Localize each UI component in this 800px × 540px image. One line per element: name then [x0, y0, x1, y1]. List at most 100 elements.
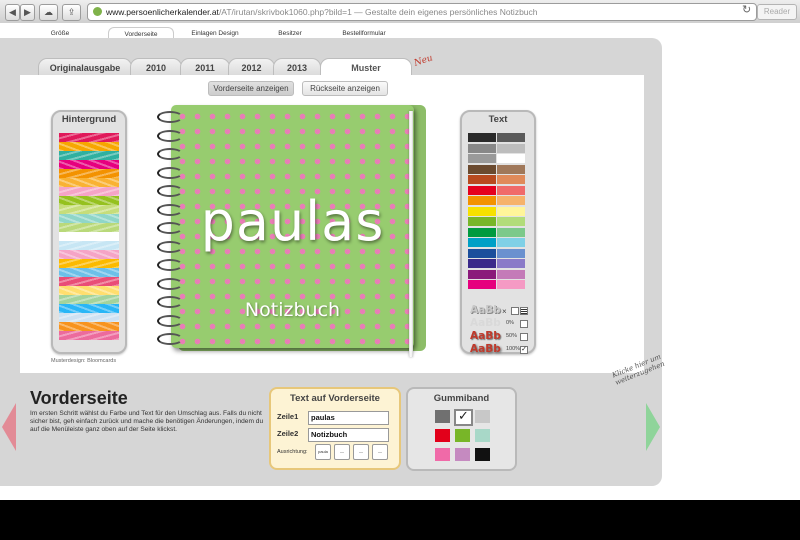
text-style-value: 50% — [506, 333, 518, 339]
background-pattern-option[interactable] — [59, 151, 119, 160]
background-pattern-option[interactable] — [59, 304, 119, 313]
text-color-swatch[interactable] — [497, 206, 525, 216]
text-color-swatch[interactable] — [497, 259, 525, 268]
text-color-swatch[interactable] — [497, 280, 525, 289]
notebook-preview: paulas Notizbuch — [157, 105, 414, 348]
show-back-button[interactable]: Rückseite anzeigen — [302, 81, 388, 96]
background-pattern-option[interactable] — [59, 277, 119, 286]
text-color-swatch[interactable] — [497, 133, 525, 142]
text-color-swatch[interactable] — [468, 154, 496, 163]
text-color-swatch[interactable] — [468, 175, 496, 184]
elastic-color-swatch[interactable] — [435, 429, 450, 442]
previous-arrow-button[interactable] — [2, 403, 16, 451]
background-pattern-option[interactable] — [59, 322, 119, 331]
background-pattern-option[interactable] — [59, 205, 119, 214]
text-shadow-swatch[interactable] — [520, 307, 528, 315]
background-pattern-option[interactable] — [59, 196, 119, 205]
spiral-ring — [157, 111, 183, 123]
row1-input[interactable] — [308, 411, 389, 425]
background-pattern-option[interactable] — [59, 169, 119, 178]
background-pattern-list — [59, 133, 119, 343]
background-pattern-option[interactable] — [59, 250, 119, 259]
align-option-1[interactable]: paula — [315, 444, 331, 460]
background-pattern-option[interactable] — [59, 232, 119, 241]
background-pattern-option[interactable] — [59, 133, 119, 142]
elastic-band — [409, 111, 413, 357]
background-pattern-option[interactable] — [59, 295, 119, 304]
text-color-swatch[interactable] — [468, 238, 496, 247]
background-pattern-option[interactable] — [59, 268, 119, 277]
text-style-checkbox[interactable] — [511, 307, 519, 315]
text-color-swatch[interactable] — [468, 164, 496, 174]
text-color-swatch[interactable] — [468, 227, 496, 237]
text-color-swatch[interactable] — [497, 185, 525, 195]
background-pattern-option[interactable] — [59, 187, 119, 196]
row2-label: Zeile2 — [277, 429, 299, 438]
background-pattern-option[interactable] — [59, 286, 119, 295]
text-color-swatch[interactable] — [497, 269, 525, 279]
text-color-swatch[interactable] — [468, 196, 496, 205]
elastic-color-swatch[interactable] — [435, 448, 450, 461]
background-pattern-option[interactable] — [59, 241, 119, 250]
text-color-swatch[interactable] — [468, 248, 496, 258]
text-style-checkbox[interactable]: ✓ — [520, 346, 528, 354]
back-button[interactable]: ◀ — [5, 4, 20, 21]
text-style-value: 0% — [506, 320, 514, 326]
design-canvas: Vorderseite anzeigen Rückseite anzeigen … — [20, 75, 644, 373]
elastic-color-swatch[interactable] — [475, 429, 490, 442]
address-bar[interactable]: www.persoenlicherkalender.at/AT/irutan/s… — [87, 3, 757, 21]
text-color-swatch[interactable] — [497, 196, 525, 205]
browser-toolbar: ◀ ▶ ☁ ⇪ www.persoenlicherkalender.at/AT/… — [0, 0, 800, 24]
reload-icon[interactable]: ↻ — [742, 3, 751, 16]
text-color-swatch[interactable] — [468, 133, 496, 142]
url-domain: www.persoenlicherkalender.at — [106, 7, 219, 17]
background-pattern-option[interactable] — [59, 223, 119, 232]
align-option-2[interactable]: — — [334, 444, 350, 460]
text-color-swatch[interactable] — [468, 143, 496, 153]
text-color-swatch[interactable] — [497, 154, 525, 163]
text-panel-title: Text — [488, 114, 508, 125]
text-color-swatch[interactable] — [497, 217, 525, 226]
background-pattern-option[interactable] — [59, 160, 119, 169]
cloud-icon[interactable]: ☁ — [39, 4, 58, 21]
reader-button[interactable]: Reader — [757, 4, 797, 20]
elastic-color-swatch[interactable] — [455, 448, 470, 461]
text-style-sample: AaBb — [470, 330, 501, 342]
site-content: Größe Vorderseite Einlagen Design Besitz… — [0, 23, 800, 500]
text-color-swatch[interactable] — [497, 175, 525, 184]
text-color-swatch[interactable] — [497, 248, 525, 258]
align-option-4[interactable]: — — [372, 444, 388, 460]
text-style-checkbox[interactable] — [520, 320, 528, 328]
elastic-color-swatch[interactable] — [475, 410, 490, 423]
align-option-3[interactable]: — — [353, 444, 369, 460]
elastic-color-swatch[interactable] — [455, 429, 470, 442]
elastic-color-swatch[interactable]: ✓ — [454, 408, 473, 426]
text-color-swatch[interactable] — [497, 238, 525, 247]
text-color-swatch[interactable] — [468, 259, 496, 268]
text-form-title: Text auf Vorderseite — [290, 393, 380, 404]
text-color-swatch[interactable] — [497, 227, 525, 237]
text-color-panel: Text AaBb × AaBb 0% AaBb 50% AaBb 100% ✓ — [460, 110, 536, 355]
share-icon[interactable]: ⇪ — [62, 4, 81, 21]
next-arrow-button[interactable] — [646, 403, 660, 451]
text-color-swatch[interactable] — [468, 206, 496, 216]
background-pattern-option[interactable] — [59, 178, 119, 187]
background-pattern-option[interactable] — [59, 331, 119, 340]
text-color-swatch[interactable] — [468, 185, 496, 195]
background-pattern-option[interactable] — [59, 313, 119, 322]
text-style-checkbox[interactable] — [520, 333, 528, 341]
forward-button[interactable]: ▶ — [20, 4, 35, 21]
elastic-color-swatch[interactable] — [435, 410, 450, 423]
text-color-swatch[interactable] — [468, 280, 496, 289]
row2-input[interactable] — [308, 428, 389, 442]
background-pattern-option[interactable] — [59, 142, 119, 151]
text-color-swatch[interactable] — [497, 143, 525, 153]
background-pattern-option[interactable] — [59, 259, 119, 268]
elastic-color-swatch[interactable] — [475, 448, 490, 461]
show-front-button[interactable]: Vorderseite anzeigen — [208, 81, 294, 96]
elastic-box-title: Gummiband — [433, 393, 490, 404]
background-pattern-option[interactable] — [59, 214, 119, 223]
text-color-swatch[interactable] — [468, 217, 496, 226]
text-color-swatch[interactable] — [497, 164, 525, 174]
text-color-swatch[interactable] — [468, 269, 496, 279]
